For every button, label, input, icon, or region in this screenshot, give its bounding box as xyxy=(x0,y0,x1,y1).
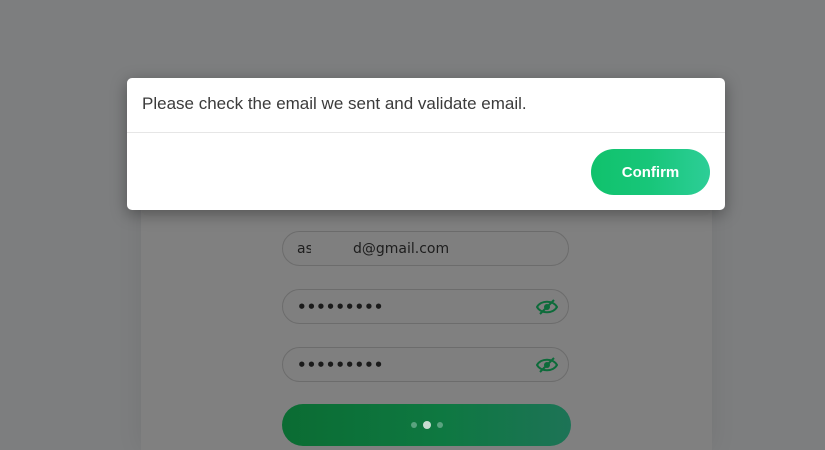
eye-icon[interactable] xyxy=(536,356,558,374)
email-field[interactable]: as d@gmail.com xyxy=(282,231,569,266)
confirm-button[interactable]: Confirm xyxy=(591,149,710,195)
submit-button[interactable] xyxy=(282,404,571,446)
loader-dot xyxy=(436,422,443,428)
email-field-suffix: d@gmail.com xyxy=(353,241,450,257)
eye-icon[interactable] xyxy=(536,298,558,316)
loader-dot xyxy=(422,421,431,429)
loader-dot xyxy=(410,422,417,428)
email-validation-dialog: Please check the email we sent and valid… xyxy=(127,78,725,210)
loading-indicator xyxy=(410,421,443,429)
password-field[interactable]: ••••••••• xyxy=(282,289,569,324)
dialog-message: Please check the email we sent and valid… xyxy=(142,94,527,113)
confirm-password-field[interactable]: ••••••••• xyxy=(282,347,569,382)
redacted-region xyxy=(311,238,349,260)
dialog-divider xyxy=(127,132,725,133)
password-field-value: ••••••••• xyxy=(297,298,384,316)
confirm-password-field-value: ••••••••• xyxy=(297,356,384,374)
